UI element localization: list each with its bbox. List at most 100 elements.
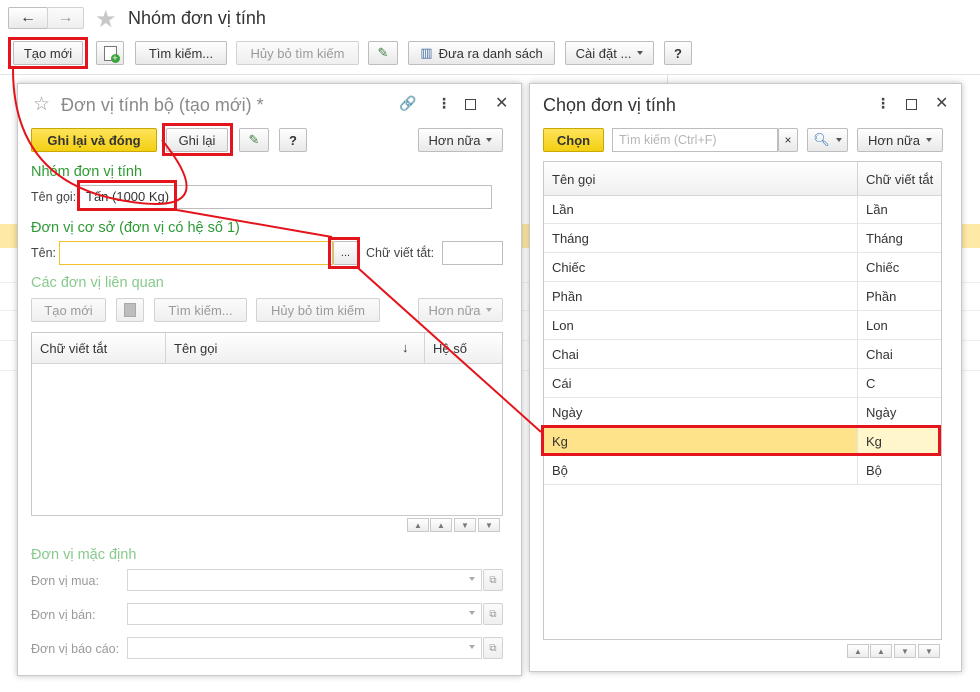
scroll-up-icon[interactable]: ▲ <box>430 518 452 532</box>
table-row[interactable]: Lon Lon <box>544 311 941 340</box>
related-section-title: Các đơn vị liên quan <box>31 275 164 291</box>
open-report-unit-button[interactable]: ⧉ <box>483 637 503 659</box>
report-unit-field[interactable] <box>127 637 482 659</box>
open-sale-unit-button[interactable]: ⧉ <box>483 603 503 625</box>
more-vertical-icon[interactable]: ⋮ <box>876 95 890 112</box>
related-create-button[interactable]: Tạo mới <box>31 298 106 322</box>
chevron-down-icon <box>486 308 493 312</box>
related-search-button[interactable]: Tìm kiếm... <box>154 298 247 322</box>
edit-settings-button[interactable]: ✎ <box>239 128 269 152</box>
table-row[interactable]: Chiếc Chiếc <box>544 253 941 282</box>
scroll-up-icon[interactable]: ▲ <box>870 644 892 658</box>
close-icon[interactable]: ✕ <box>495 93 508 113</box>
create-button[interactable]: Tạo mới <box>13 41 83 65</box>
form-help-button[interactable]: ? <box>279 128 307 152</box>
col-name-header[interactable]: Tên gọi <box>552 172 595 187</box>
forward-button[interactable]: → <box>47 7 84 29</box>
sale-unit-field[interactable] <box>127 603 482 625</box>
settings-button[interactable]: Cài đặt ... <box>565 41 654 65</box>
background-list-header <box>0 74 980 75</box>
maximize-icon[interactable] <box>465 99 476 110</box>
dropdown-arrow-icon[interactable] <box>469 611 475 615</box>
more-label: Hơn nữa <box>428 132 481 148</box>
dropdown-arrow-icon[interactable] <box>469 577 475 581</box>
col-abbr-header[interactable]: Chữ viết tắt <box>40 341 107 356</box>
help-button[interactable]: ? <box>664 41 692 65</box>
arrow-right-icon: → <box>57 9 74 26</box>
related-cancel-search-button[interactable]: Hủy bỏ tìm kiếm <box>256 298 380 322</box>
report-unit-label: Đơn vị báo cáo: <box>31 642 120 656</box>
unit-name-cell: Ngày <box>552 405 583 420</box>
unit-abbr-cell: Lần <box>866 202 888 217</box>
unit-name-cell: Cái <box>552 376 572 391</box>
open-purchase-unit-button[interactable]: ⧉ <box>483 569 503 591</box>
sort-down-icon[interactable]: ↓ <box>402 340 409 355</box>
scroll-top-icon[interactable]: ▲ <box>407 518 429 532</box>
table-row[interactable]: Tháng Tháng <box>544 224 941 253</box>
header-divider <box>165 333 166 363</box>
form-more-button[interactable]: Hơn nữa <box>418 128 503 152</box>
dropdown-arrow-icon[interactable] <box>469 645 475 649</box>
close-icon[interactable]: ✕ <box>935 93 948 113</box>
save-button[interactable]: Ghi lại <box>166 128 228 152</box>
unit-name-cell: Chiếc <box>552 260 586 275</box>
more-vertical-icon[interactable]: ⋮ <box>437 95 451 112</box>
scroll-bottom-icon[interactable]: ▼ <box>478 518 500 532</box>
purchase-unit-label: Đơn vị mua: <box>31 574 99 588</box>
unit-name-cell: Lần <box>552 202 574 217</box>
purchase-unit-field[interactable] <box>127 569 482 591</box>
related-more-button[interactable]: Hơn nữa <box>418 298 503 322</box>
abbr-label: Chữ viết tắt: <box>366 246 435 260</box>
select-unit-button[interactable]: ... <box>333 241 358 265</box>
sale-unit-label: Đơn vị bán: <box>31 608 96 622</box>
pencil-clock-icon: ✎ <box>248 132 260 147</box>
abbr-field[interactable] <box>442 241 503 265</box>
table-row[interactable]: Cái C <box>544 369 941 398</box>
chooser-search-input[interactable]: Tìm kiếm (Ctrl+F) <box>612 128 778 152</box>
scroll-down-icon[interactable]: ▼ <box>454 518 476 532</box>
export-list-button[interactable]: ▥ Đưa ra danh sách <box>408 41 555 65</box>
unit-abbr-cell: Ngày <box>866 405 897 420</box>
save-and-close-button[interactable]: Ghi lại và đóng <box>31 128 157 152</box>
related-units-table[interactable]: Chữ viết tắt Tên gọi ↓ Hệ số <box>31 332 503 516</box>
favorite-star-icon[interactable]: ★ <box>95 5 117 34</box>
scroll-down-icon[interactable]: ▼ <box>894 644 916 658</box>
more-label: Hơn nữa <box>428 302 481 318</box>
col-name-header[interactable]: Tên gọi <box>174 341 217 356</box>
table-row[interactable]: Ngày Ngày <box>544 398 941 427</box>
chevron-down-icon <box>637 51 644 55</box>
unit-abbr-cell: Kg <box>866 434 882 449</box>
chooser-more-button[interactable]: Hơn nữa <box>857 128 943 152</box>
table-row[interactable]: Lần Lần <box>544 195 941 224</box>
base-name-field[interactable] <box>59 241 333 265</box>
name-field[interactable]: Tấn (1000 Kg) <box>79 185 492 209</box>
search-button[interactable]: Tìm kiếm... <box>135 41 227 65</box>
cancel-search-button[interactable]: Hủy bỏ tìm kiếm <box>236 41 359 65</box>
col-abbr-header[interactable]: Chữ viết tắt <box>866 172 933 187</box>
col-factor-header[interactable]: Hệ số <box>433 341 467 356</box>
table-row[interactable]: Chai Chai <box>544 340 941 369</box>
scroll-top-icon[interactable]: ▲ <box>847 644 869 658</box>
units-table[interactable]: Tên gọi Chữ viết tắt Lần Lần Tháng Tháng Chi… <box>543 161 942 640</box>
header-divider <box>857 162 858 195</box>
unit-abbr-cell: Bộ <box>866 463 882 478</box>
table-body: Lần Lần Tháng Tháng Chiếc Chiếc Phần Phần Lon Lon… <box>544 195 941 639</box>
edit-button[interactable]: ✎ <box>368 41 398 65</box>
favorite-star-outline-icon[interactable]: ☆ <box>33 93 50 116</box>
table-row[interactable]: Phần Phần <box>544 282 941 311</box>
link-icon[interactable]: 🔗 <box>399 95 416 112</box>
pencil-clock-icon: ✎ <box>377 45 389 60</box>
create-group-button[interactable]: + <box>96 41 124 65</box>
unit-name-cell: Lon <box>552 318 574 333</box>
group-section-title: Nhóm đơn vị tính <box>31 164 143 180</box>
related-copy-button[interactable] <box>116 298 144 322</box>
clear-search-button[interactable]: × <box>778 128 798 152</box>
search-options-button[interactable]: 🔍︎ <box>807 128 848 152</box>
table-row[interactable]: Bộ Bộ <box>544 456 941 485</box>
choose-button[interactable]: Chọn <box>543 128 604 152</box>
scroll-bottom-icon[interactable]: ▼ <box>918 644 940 658</box>
maximize-icon[interactable] <box>906 99 917 110</box>
table-row[interactable]: Kg Kg <box>544 427 941 456</box>
back-button[interactable]: ← <box>8 7 48 29</box>
unit-abbr-cell: Tháng <box>866 231 903 246</box>
